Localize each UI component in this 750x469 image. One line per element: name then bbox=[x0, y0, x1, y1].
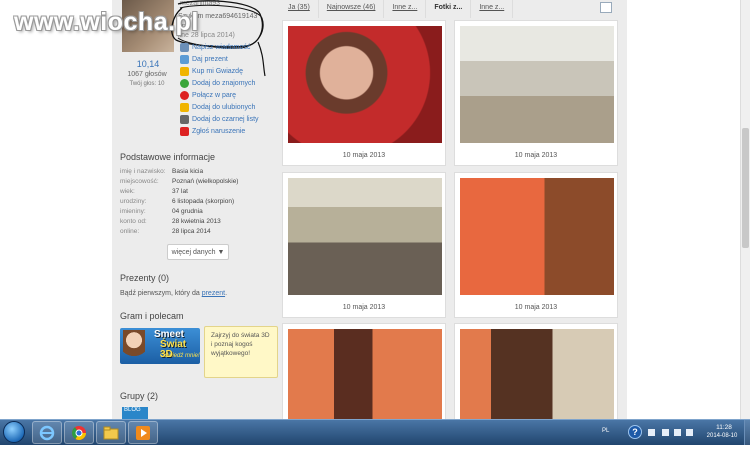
info-key: imię i nazwisko: bbox=[120, 168, 166, 175]
start-button[interactable] bbox=[3, 421, 25, 443]
language-indicator[interactable]: PL bbox=[602, 428, 609, 434]
action-label: Kup mi Gwiazdę bbox=[192, 68, 243, 75]
info-key: miejscowość: bbox=[120, 178, 159, 185]
info-key: konto od: bbox=[120, 218, 147, 225]
action-add-friend[interactable]: Dodaj do znajomych bbox=[180, 78, 255, 89]
photo-thumbnail[interactable] bbox=[288, 178, 442, 295]
info-value: 28 lipca 2014 bbox=[172, 228, 211, 235]
photo-card[interactable]: 10 maja 2013 bbox=[454, 172, 618, 318]
basic-info-title: Podstawowe informacje bbox=[120, 152, 216, 162]
smeet-ad-banner[interactable]: Smeet Świat 3D Odwiedź mnie! bbox=[120, 328, 200, 364]
ad-description[interactable]: Zajrzyj do świata 3D i poznaj kogoś wyją… bbox=[204, 326, 278, 378]
info-value: Poznań (wielkopolskie) bbox=[172, 178, 239, 185]
action-label: Zgłoś naruszenie bbox=[192, 128, 246, 135]
action-label: Dodaj do ulubionych bbox=[192, 104, 256, 111]
media-player-icon[interactable] bbox=[128, 421, 158, 444]
album-tab[interactable]: Fotki z... bbox=[426, 0, 472, 18]
presents-title: Prezenty (0) bbox=[120, 273, 170, 283]
grid-view-icon[interactable] bbox=[600, 2, 612, 13]
browser-page: 10,14 1067 głosów Twój głos: 10 mezanima… bbox=[0, 0, 750, 419]
warning-icon bbox=[180, 127, 189, 136]
photo-date: 10 maja 2013 bbox=[514, 152, 558, 159]
favorite-icon bbox=[180, 103, 189, 112]
action-label: Napisz wiadomość bbox=[192, 44, 251, 51]
volume-icon[interactable] bbox=[686, 429, 693, 436]
add-friend-icon bbox=[180, 79, 189, 88]
album-tab[interactable]: Inne z... bbox=[471, 0, 514, 18]
info-key: online: bbox=[120, 228, 140, 235]
photo-date: 10 maja 2013 bbox=[342, 304, 386, 311]
photo-card[interactable] bbox=[454, 323, 618, 419]
more-data-button[interactable]: więcej danych ▼ bbox=[167, 244, 229, 260]
action-label: Połącz w parę bbox=[192, 92, 236, 99]
presents-text: Bądź pierwszym, który da prezent. bbox=[120, 290, 227, 297]
clock-date[interactable]: 2014-08-10 bbox=[702, 433, 742, 439]
photo-thumbnail[interactable] bbox=[288, 329, 442, 419]
action-label: Daj prezent bbox=[192, 56, 228, 63]
heart-icon bbox=[180, 91, 189, 100]
info-value: 6 listopada (skorpion) bbox=[172, 198, 235, 205]
promo-title: Gram i polecam bbox=[120, 311, 184, 321]
album-tab[interactable]: Najnowsze (46) bbox=[319, 0, 385, 18]
action-gift[interactable]: Daj prezent bbox=[180, 54, 228, 65]
taskbar: PL ? 11:28 2014-08-10 bbox=[0, 419, 750, 446]
envelope-icon bbox=[180, 43, 189, 52]
info-value: 28 kwietnia 2013 bbox=[172, 218, 221, 225]
screenshot-margin bbox=[0, 445, 750, 469]
album-tab[interactable]: Inne z... bbox=[384, 0, 427, 18]
photo-card[interactable]: 10 maja 2013 bbox=[454, 20, 618, 166]
your-vote: Twój głos: 10 bbox=[129, 81, 165, 87]
info-value: 04 grudnia bbox=[172, 208, 203, 215]
groups-title: Grupy (2) bbox=[120, 391, 159, 401]
photo-card[interactable]: 10 maja 2013 bbox=[282, 20, 446, 166]
gift-icon bbox=[180, 55, 189, 64]
action-lock[interactable]: Dodaj do czarnej listy bbox=[180, 114, 259, 125]
presents-prompt: Bądź pierwszym, który da bbox=[120, 290, 202, 297]
info-key: imieniny: bbox=[120, 208, 146, 215]
action-warning[interactable]: Zgłoś naruszenie bbox=[180, 126, 245, 137]
info-key: urodziny: bbox=[120, 198, 147, 205]
lock-icon bbox=[180, 115, 189, 124]
group-thumbnail[interactable]: BLOG bbox=[122, 407, 148, 419]
photo-date: 10 maja 2013 bbox=[514, 304, 558, 311]
left-margin bbox=[0, 0, 122, 419]
photo-thumbnail[interactable] bbox=[460, 26, 614, 143]
chrome-icon[interactable] bbox=[64, 421, 94, 444]
right-margin bbox=[627, 0, 740, 419]
action-label: Dodaj do czarnej listy bbox=[192, 116, 259, 123]
action-star[interactable]: Kup mi Gwiazdę bbox=[180, 66, 243, 77]
photo-album-tabs: Ja (35) Najnowsze (46) Inne z... Fotki z...… bbox=[280, 0, 620, 18]
ad-character-image bbox=[123, 330, 145, 364]
presents-tail: . bbox=[225, 290, 228, 297]
show-desktop-button[interactable] bbox=[744, 420, 750, 446]
scrollbar[interactable] bbox=[740, 0, 750, 419]
info-key: wiek: bbox=[120, 188, 135, 195]
scrollbar-thumb[interactable] bbox=[742, 128, 749, 248]
clock-time[interactable]: 11:28 bbox=[708, 424, 740, 431]
action-envelope[interactable]: Napisz wiadomość bbox=[180, 42, 250, 53]
photo-card[interactable] bbox=[282, 323, 446, 419]
action-label: Dodaj do znajomych bbox=[192, 80, 256, 87]
network-icon[interactable] bbox=[674, 429, 681, 436]
album-tab[interactable]: Ja (35) bbox=[280, 0, 319, 18]
info-value: Basia kicia bbox=[172, 168, 204, 175]
info-value: 37 lat bbox=[172, 188, 188, 195]
photo-card[interactable]: 10 maja 2013 bbox=[282, 172, 446, 318]
action-heart[interactable]: Połącz w parę bbox=[180, 90, 236, 101]
flag-icon[interactable] bbox=[662, 429, 669, 436]
action-favorite[interactable]: Dodaj do ulubionych bbox=[180, 102, 255, 113]
help-icon[interactable]: ? bbox=[628, 425, 642, 439]
keyboard-icon[interactable] bbox=[648, 429, 655, 436]
photo-thumbnail[interactable] bbox=[460, 329, 614, 419]
photo-date: 10 maja 2013 bbox=[342, 152, 386, 159]
explorer-folder-icon[interactable] bbox=[96, 421, 126, 444]
present-link[interactable]: prezent bbox=[202, 290, 225, 297]
photo-thumbnail[interactable] bbox=[460, 178, 614, 295]
star-icon bbox=[180, 67, 189, 76]
ad-cta: Odwiedź mnie! bbox=[160, 353, 200, 359]
photo-thumbnail[interactable] bbox=[288, 26, 442, 143]
watermark-text: www.wiocha.pl bbox=[14, 8, 199, 36]
internet-explorer-icon[interactable] bbox=[32, 421, 62, 444]
